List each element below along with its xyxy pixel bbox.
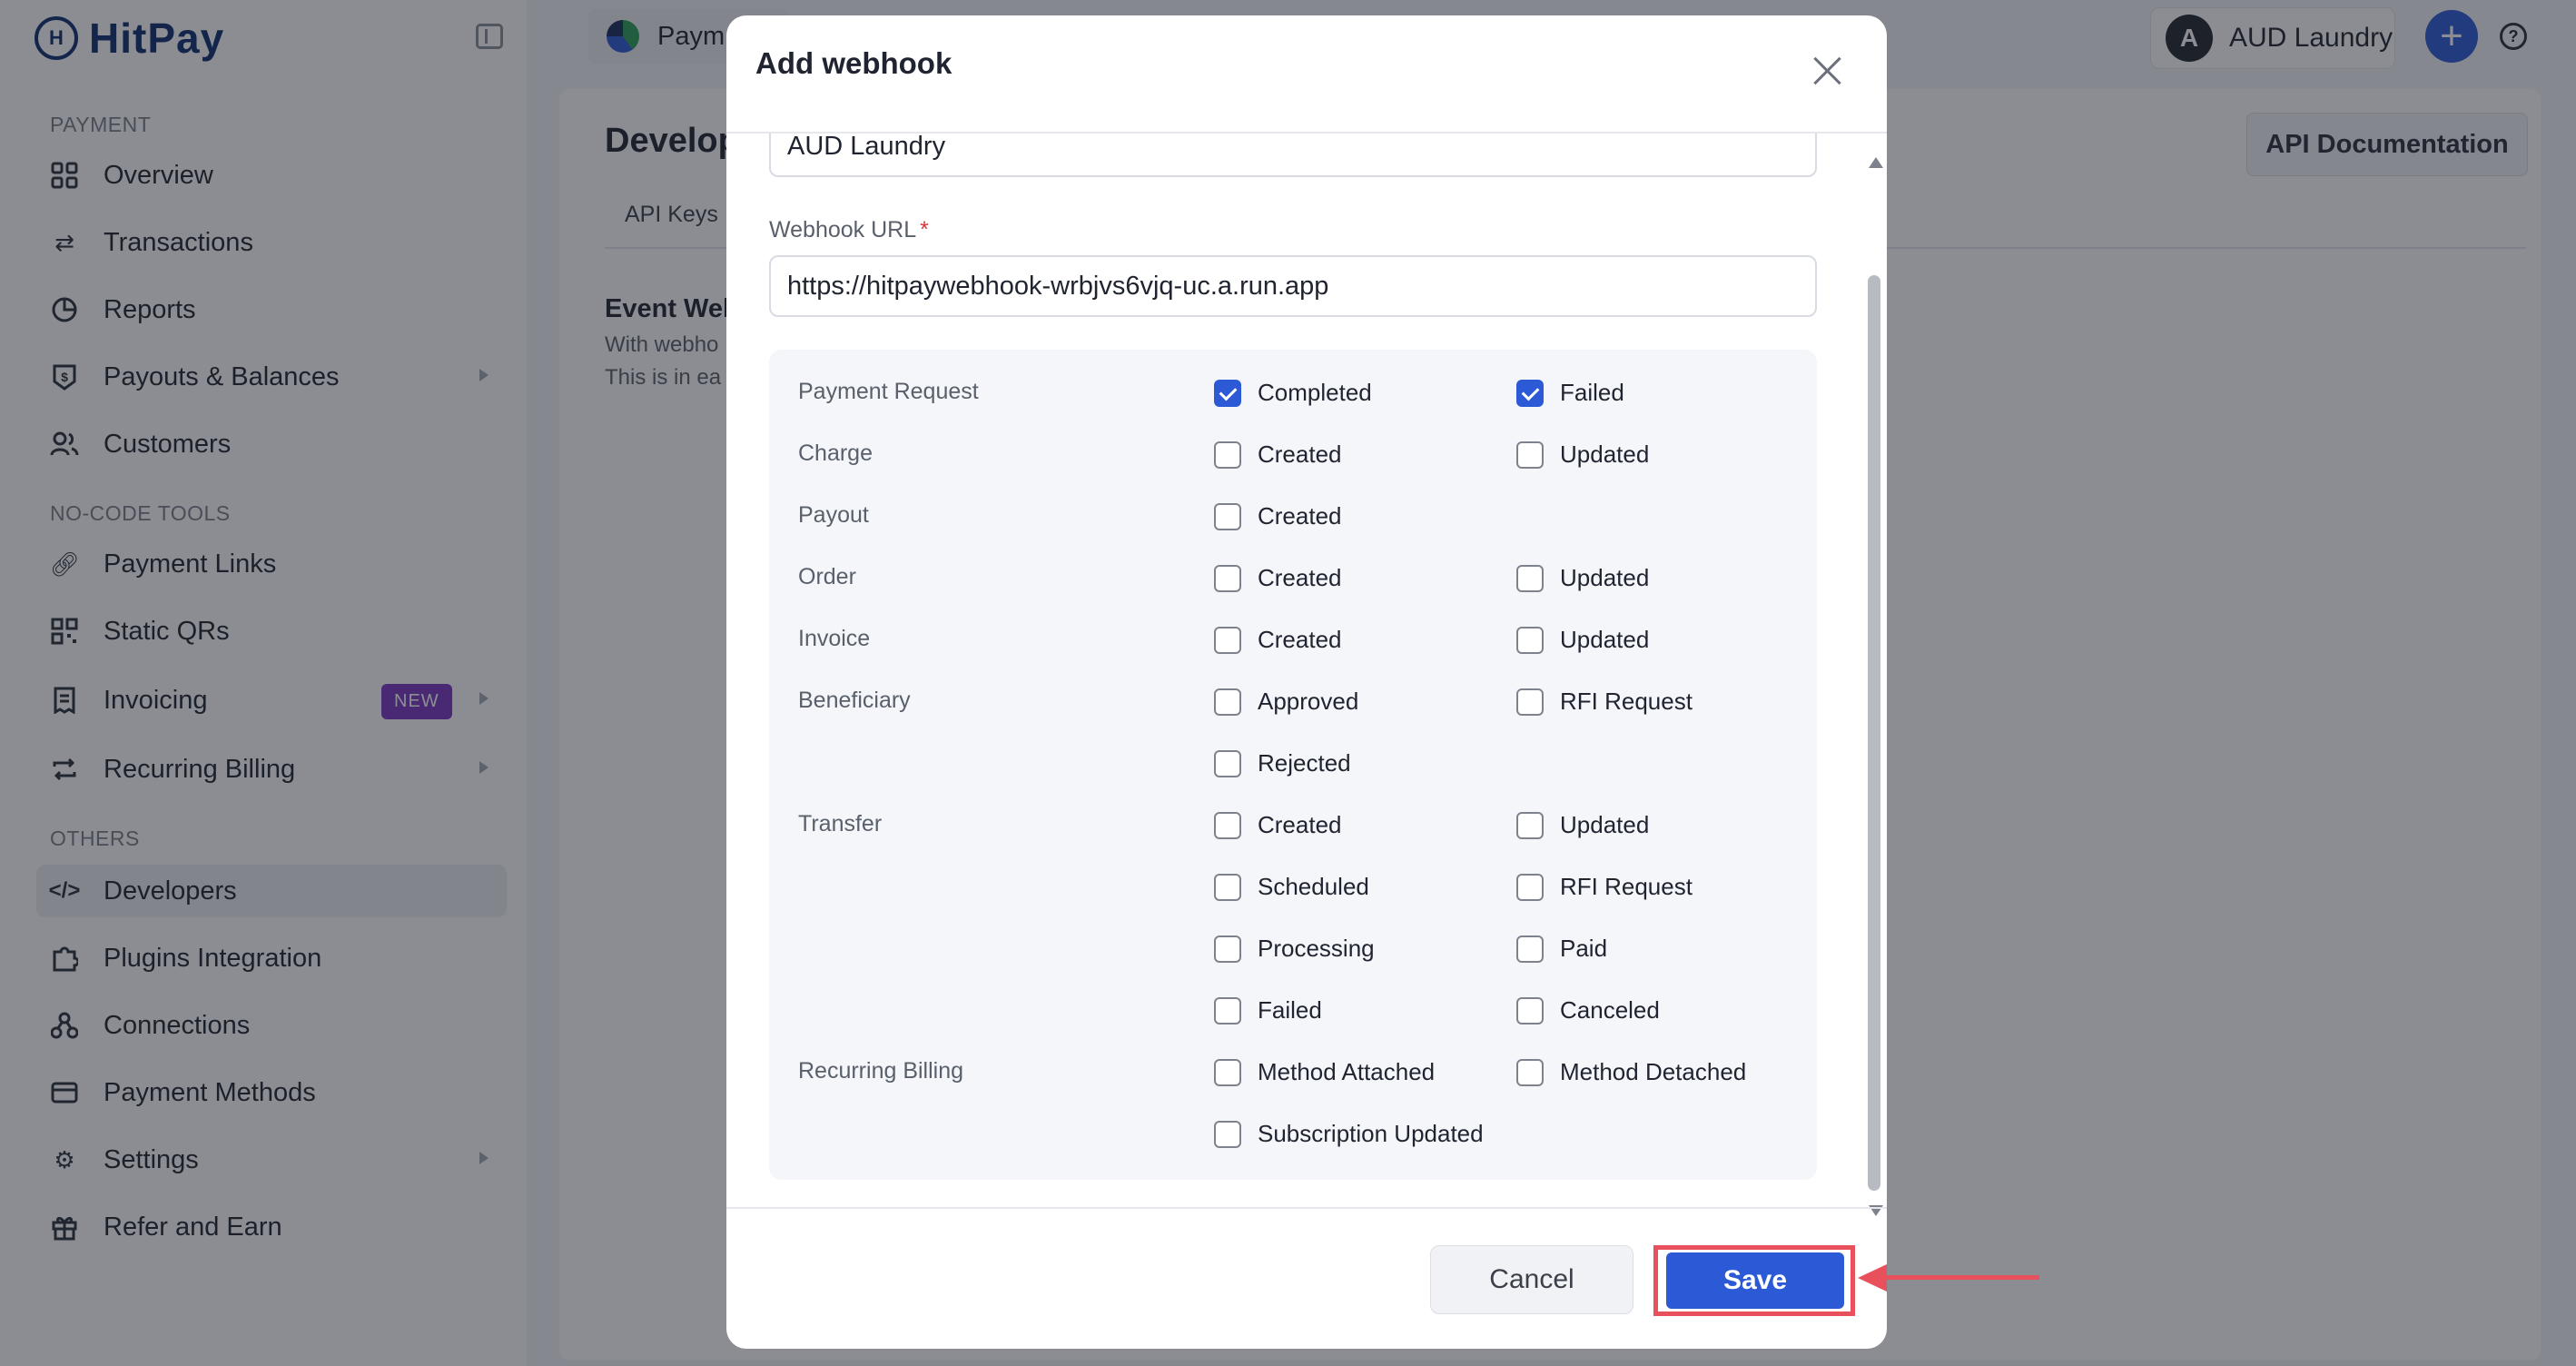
checkbox-label: Updated [1560, 564, 1650, 591]
modal-scrollbar[interactable] [1861, 134, 1887, 1223]
checkbox-label: Processing [1258, 935, 1375, 962]
checkbox-payment-request-completed[interactable]: Completed [1214, 379, 1372, 407]
checkbox-transfer-updated[interactable]: Updated [1516, 811, 1649, 839]
checkbox-invoice-updated[interactable]: Updated [1516, 626, 1649, 654]
checkbox-label: Failed [1258, 996, 1322, 1024]
event-group-label: Recurring Billing [798, 1058, 964, 1084]
checkbox-icon [1214, 1058, 1241, 1086]
checkbox-recurring-subscription-updated[interactable]: Subscription Updated [1214, 1120, 1484, 1148]
checkbox-label: Scheduled [1258, 873, 1369, 900]
checkbox-icon [1516, 440, 1544, 469]
checkbox-transfer-created[interactable]: Created [1214, 811, 1342, 839]
checkbox-label: Created [1258, 502, 1342, 530]
checkbox-transfer-failed[interactable]: Failed [1214, 996, 1322, 1024]
event-group-label: Order [798, 564, 856, 589]
checkbox-label: Created [1258, 626, 1342, 653]
checkbox-order-created[interactable]: Created [1214, 564, 1342, 592]
checkbox-checked-icon [1516, 379, 1544, 407]
checkbox-payment-request-failed[interactable]: Failed [1516, 379, 1624, 407]
checkbox-label: Completed [1258, 379, 1372, 406]
checkbox-label: RFI Request [1560, 688, 1693, 715]
checkbox-icon [1516, 626, 1544, 654]
checkbox-order-updated[interactable]: Updated [1516, 564, 1649, 592]
modal-title: Add webhook [755, 46, 952, 80]
checkbox-transfer-canceled[interactable]: Canceled [1516, 996, 1660, 1024]
checkbox-icon [1214, 1120, 1241, 1148]
checkbox-icon [1214, 873, 1241, 901]
checkbox-icon [1214, 749, 1241, 777]
webhook-url-label-text: Webhook URL [769, 217, 917, 243]
checkbox-transfer-rfi-request[interactable]: RFI Request [1516, 873, 1693, 901]
checkbox-transfer-paid[interactable]: Paid [1516, 935, 1607, 963]
checkbox-charge-created[interactable]: Created [1214, 440, 1342, 469]
event-group-label: Invoice [798, 626, 871, 651]
webhook-events-panel: Payment Request Completed Failed Charge … [769, 350, 1817, 1180]
webhook-url-input[interactable]: https://hitpaywebhook-wrbjvs6vjq-uc.a.ru… [769, 255, 1817, 317]
checkbox-icon [1516, 688, 1544, 716]
annotation-arrow-line [1881, 1275, 2039, 1280]
checkbox-charge-updated[interactable]: Updated [1516, 440, 1649, 469]
checkbox-icon [1214, 564, 1241, 592]
checkbox-recurring-method-detached[interactable]: Method Detached [1516, 1058, 1746, 1086]
checkbox-label: Method Attached [1258, 1058, 1436, 1085]
checkbox-label: Subscription Updated [1258, 1120, 1484, 1147]
checkbox-icon [1516, 811, 1544, 839]
add-webhook-modal: Add webhook AUD Laundry Webhook URL * htt… [726, 15, 1887, 1349]
checkbox-icon [1214, 440, 1241, 469]
webhook-url-label: Webhook URL * [769, 217, 929, 243]
scrollbar-thumb[interactable] [1868, 275, 1880, 1191]
event-group-label: Payout [798, 502, 869, 528]
checkbox-icon [1516, 564, 1544, 592]
checkbox-icon [1516, 1058, 1544, 1086]
checkbox-beneficiary-rfi-request[interactable]: RFI Request [1516, 688, 1693, 716]
checkbox-transfer-processing[interactable]: Processing [1214, 935, 1375, 963]
checkbox-transfer-scheduled[interactable]: Scheduled [1214, 873, 1369, 901]
checkbox-label: Approved [1258, 688, 1359, 715]
cancel-button[interactable]: Cancel [1430, 1245, 1633, 1314]
modal-body: AUD Laundry Webhook URL * https://hitpayw… [726, 134, 1861, 1223]
checkbox-icon [1214, 811, 1241, 839]
required-marker: * [920, 217, 929, 243]
checkbox-icon [1516, 996, 1544, 1024]
checkbox-checked-icon [1214, 379, 1241, 407]
checkbox-label: Method Detached [1560, 1058, 1747, 1085]
checkbox-label: Updated [1560, 811, 1650, 838]
checkbox-label: RFI Request [1560, 873, 1693, 900]
checkbox-icon [1214, 996, 1241, 1024]
event-group-label: Charge [798, 440, 873, 466]
annotation-arrow-icon [1858, 1264, 1887, 1292]
checkbox-label: Updated [1560, 626, 1650, 653]
checkbox-invoice-created[interactable]: Created [1214, 626, 1342, 654]
checkbox-label: Updated [1560, 440, 1650, 468]
checkbox-icon [1214, 626, 1241, 654]
checkbox-payout-created[interactable]: Created [1214, 502, 1342, 530]
event-group-label: Beneficiary [798, 688, 911, 713]
checkbox-icon [1214, 935, 1241, 963]
checkbox-label: Paid [1560, 935, 1608, 962]
event-group-label: Payment Request [798, 379, 979, 404]
checkbox-label: Rejected [1258, 749, 1351, 777]
checkbox-beneficiary-rejected[interactable]: Rejected [1214, 749, 1351, 777]
checkbox-label: Created [1258, 564, 1342, 591]
event-group-label: Transfer [798, 811, 883, 836]
checkbox-icon [1516, 935, 1544, 963]
scroll-up-icon[interactable] [1869, 157, 1883, 168]
checkbox-icon [1214, 502, 1241, 530]
checkbox-beneficiary-approved[interactable]: Approved [1214, 688, 1358, 716]
checkbox-label: Failed [1560, 379, 1624, 406]
webhook-name-input[interactable]: AUD Laundry [769, 134, 1817, 177]
checkbox-label: Created [1258, 811, 1342, 838]
checkbox-label: Created [1258, 440, 1342, 468]
checkbox-label: Canceled [1560, 996, 1660, 1024]
checkbox-recurring-method-attached[interactable]: Method Attached [1214, 1058, 1435, 1086]
close-icon[interactable] [1812, 55, 1843, 86]
save-button-highlight [1653, 1245, 1855, 1316]
modal-footer-divider [726, 1207, 1887, 1209]
checkbox-icon [1516, 873, 1544, 901]
checkbox-icon [1214, 688, 1241, 716]
